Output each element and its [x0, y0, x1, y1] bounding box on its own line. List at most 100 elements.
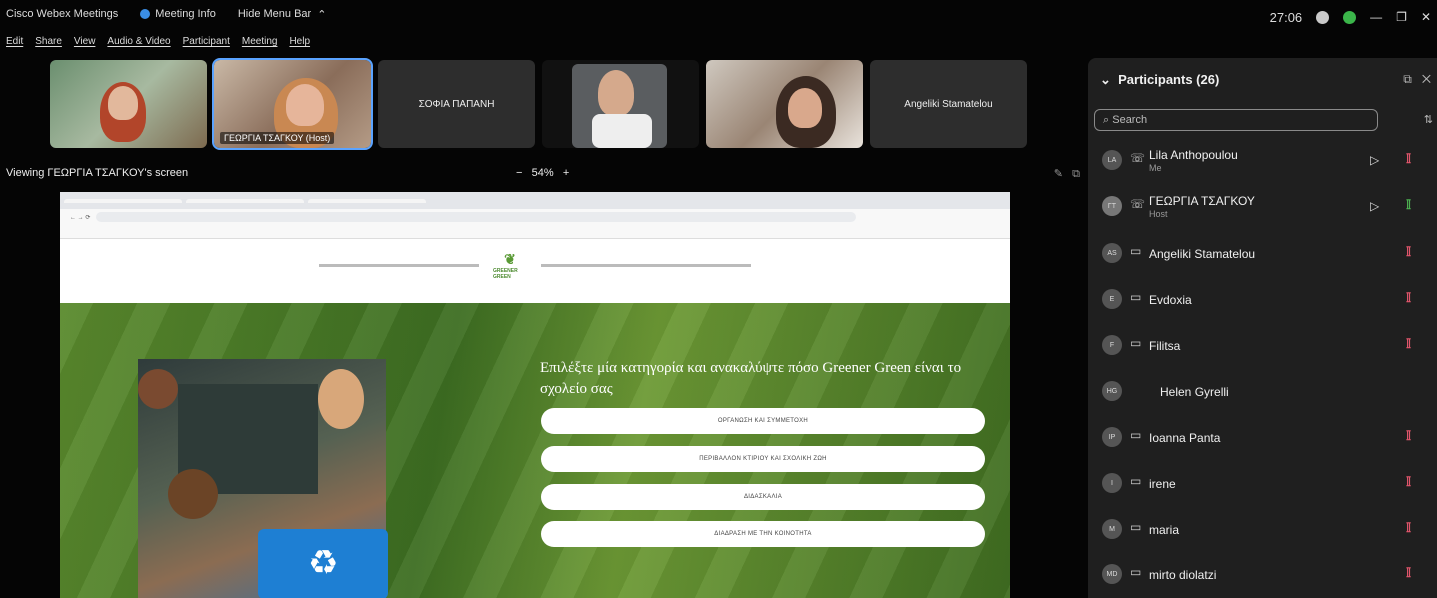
menu-edit[interactable]: Edit — [6, 36, 23, 54]
mic-active-icon[interactable]: 𝕀 — [1406, 197, 1411, 213]
video-tile[interactable] — [542, 60, 699, 148]
meeting-info-button[interactable]: Meeting Info — [140, 8, 216, 20]
participant-name: maria — [1149, 523, 1180, 537]
mic-muted-icon[interactable]: 𝕀 — [1406, 428, 1411, 444]
tile-name-label: Angeliki Stamatelou — [904, 98, 993, 110]
webex-window: Cisco Webex Meetings Meeting Info Hide M… — [0, 0, 1437, 598]
participant-name: mirto diolatzi — [1149, 568, 1217, 582]
participant-row[interactable]: M ▭ maria 𝕀 — [1088, 507, 1437, 553]
avatar: M — [1102, 519, 1122, 539]
participant-row[interactable]: LA ☏ Lila Anthopoulou Me ▷ 𝕀 — [1088, 138, 1437, 184]
menu-audio-video[interactable]: Audio & Video — [107, 36, 170, 54]
participant-shirt — [592, 114, 652, 148]
participant-row[interactable]: E ▭ Evdoxia 𝕀 — [1088, 277, 1437, 323]
zoom-out-button[interactable]: − — [516, 167, 522, 179]
participant-name: Ioanna Panta — [1149, 431, 1221, 445]
participant-row[interactable]: I ▭ irene 𝕀 — [1088, 461, 1437, 507]
search-placeholder: Search — [1112, 114, 1148, 126]
avatar: MD — [1102, 564, 1122, 584]
menu-view[interactable]: View — [74, 36, 96, 54]
info-icon — [140, 9, 151, 19]
close-panel-icon[interactable]: ✕ — [1422, 72, 1431, 86]
restore-icon[interactable]: ❐ — [1396, 10, 1407, 24]
chevron-up-icon: ⌃ — [317, 8, 327, 21]
greener-green-logo: ❦ GREENER GREEN — [493, 247, 527, 283]
hero-photo: ♻ — [138, 359, 388, 598]
meeting-info-label: Meeting Info — [155, 8, 216, 20]
device-icon: ▭ — [1130, 336, 1142, 350]
menu-help[interactable]: Help — [289, 36, 310, 54]
popout-icon[interactable]: ⧉ — [1403, 72, 1412, 86]
participant-row[interactable]: HG Helen Gyrelli — [1088, 369, 1437, 415]
annotate-icon[interactable]: ✎ — [1054, 168, 1063, 180]
zoom-in-button[interactable]: + — [563, 167, 569, 179]
popout-icon[interactable]: ⧉ — [1072, 168, 1080, 180]
shared-screen[interactable]: ← → ⟳ ❦ GREENER GREEN ♻ Επιλέξτε μία κατ… — [60, 192, 1010, 598]
connection-icon[interactable] — [1343, 10, 1357, 24]
view-options: ✎ ⧉ — [1054, 167, 1080, 181]
meeting-timer: 27:06 — [1269, 9, 1303, 25]
participant-face — [108, 86, 138, 120]
video-strip: ΓΕΩΡΓΙΑ ΤΣΑΓΚΟΥ (Host) ΣΟΦΙΑ ΠΑΠΑΝΗ Ange… — [50, 58, 1027, 150]
close-icon[interactable]: ✕ — [1421, 10, 1431, 24]
photo-child — [318, 369, 364, 429]
phone-call-icon: ☏ — [1130, 151, 1146, 165]
search-input[interactable]: ⌕ Search — [1094, 109, 1378, 131]
video-tile-active-speaker[interactable]: ΓΕΩΡΓΙΑ ΤΣΑΓΚΟΥ (Host) — [212, 58, 373, 150]
panel-header-icons: ⧉ ✕ — [1403, 72, 1431, 87]
category-button[interactable]: ΠΕΡΙΒΑΛΛΟΝ ΚΤΙΡΙΟΥ ΚΑΙ ΣΧΟΛΙΚΗ ΖΩΗ — [541, 446, 985, 472]
mic-muted-icon[interactable]: 𝕀 — [1406, 520, 1411, 536]
mic-muted-icon[interactable]: 𝕀 — [1406, 244, 1411, 260]
mic-muted-icon[interactable]: 𝕀 — [1406, 151, 1411, 167]
participants-header[interactable]: ⌄ Participants (26) — [1100, 72, 1219, 88]
video-tile[interactable]: Angeliki Stamatelou — [870, 60, 1027, 148]
device-icon: ▭ — [1130, 290, 1142, 304]
participant-name: Evdoxia — [1149, 293, 1192, 307]
participant-face — [286, 84, 324, 126]
site-nav-links — [319, 263, 479, 267]
video-tile[interactable] — [50, 60, 207, 148]
device-icon: ▭ — [1130, 474, 1142, 488]
status-icon[interactable] — [1316, 10, 1330, 24]
chevron-down-icon[interactable]: ⌄ — [1100, 72, 1111, 87]
category-button[interactable]: ΟΡΓΑΝΩΣΗ ΚΑΙ ΣΥΜΜΕΤΟΧΗ — [541, 408, 985, 434]
participant-row[interactable]: IP ▭ Ioanna Panta 𝕀 — [1088, 415, 1437, 461]
mic-muted-icon[interactable]: 𝕀 — [1406, 336, 1411, 352]
avatar: E — [1102, 289, 1122, 309]
participants-title: Participants (26) — [1118, 72, 1220, 87]
phone-call-icon: ☏ — [1130, 197, 1146, 211]
participant-row[interactable]: F ▭ Filitsa 𝕀 — [1088, 323, 1437, 369]
participant-name: Lila Anthopoulou — [1149, 148, 1238, 162]
hide-menu-bar-button[interactable]: Hide Menu Bar ⌃ — [238, 8, 327, 21]
video-tile[interactable]: ΣΟΦΙΑ ΠΑΠΑΝΗ — [378, 60, 535, 148]
site-nav: ❦ GREENER GREEN — [60, 239, 1010, 291]
minimize-icon[interactable]: — — [1370, 10, 1382, 24]
sort-icon[interactable]: ⇅ — [1424, 113, 1433, 126]
participant-face — [788, 88, 822, 128]
participant-row[interactable]: ΓΤ ☏ ΓΕΩΡΓΙΑ ΤΣΑΓΚΟΥ Host ▷ 𝕀 — [1088, 184, 1437, 230]
participant-name: Angeliki Stamatelou — [1149, 247, 1256, 261]
category-button[interactable]: ΔΙΔΑΣΚΑΛΙΑ — [541, 484, 985, 510]
zoom-control: − 54% + — [516, 167, 569, 179]
site-nav-links — [541, 263, 751, 267]
video-camera-icon[interactable]: ▷ — [1370, 199, 1379, 213]
participant-row[interactable]: AS ▭ Angeliki Stamatelou 𝕀 — [1088, 231, 1437, 277]
mic-muted-icon[interactable]: 𝕀 — [1406, 290, 1411, 306]
zoom-level: 54% — [531, 167, 554, 179]
participant-name: Filitsa — [1149, 339, 1181, 353]
menu-bar: Edit Share View Audio & Video Participan… — [0, 36, 310, 54]
category-button[interactable]: ΔΙΑΔΡΑΣΗ ΜΕ ΤΗΝ ΚΟΙΝΟΤΗΤΑ — [541, 521, 985, 547]
search-icon: ⌕ — [1103, 114, 1110, 126]
participant-name: Helen Gyrelli — [1160, 385, 1229, 399]
video-camera-icon[interactable]: ▷ — [1370, 153, 1379, 167]
mic-muted-icon[interactable]: 𝕀 — [1406, 474, 1411, 490]
avatar: ΓΤ — [1102, 196, 1122, 216]
menu-participant[interactable]: Participant — [183, 36, 230, 54]
mic-muted-icon[interactable]: 𝕀 — [1406, 565, 1411, 581]
logo-text: GREENER GREEN — [493, 267, 518, 280]
tile-name-label: ΓΕΩΡΓΙΑ ΤΣΑΓΚΟΥ (Host) — [220, 132, 335, 144]
menu-meeting[interactable]: Meeting — [242, 36, 278, 54]
menu-share[interactable]: Share — [35, 36, 62, 54]
participant-row[interactable]: MD ▭ mirto diolatzi 𝕀 — [1088, 552, 1437, 598]
video-tile[interactable] — [706, 60, 863, 148]
